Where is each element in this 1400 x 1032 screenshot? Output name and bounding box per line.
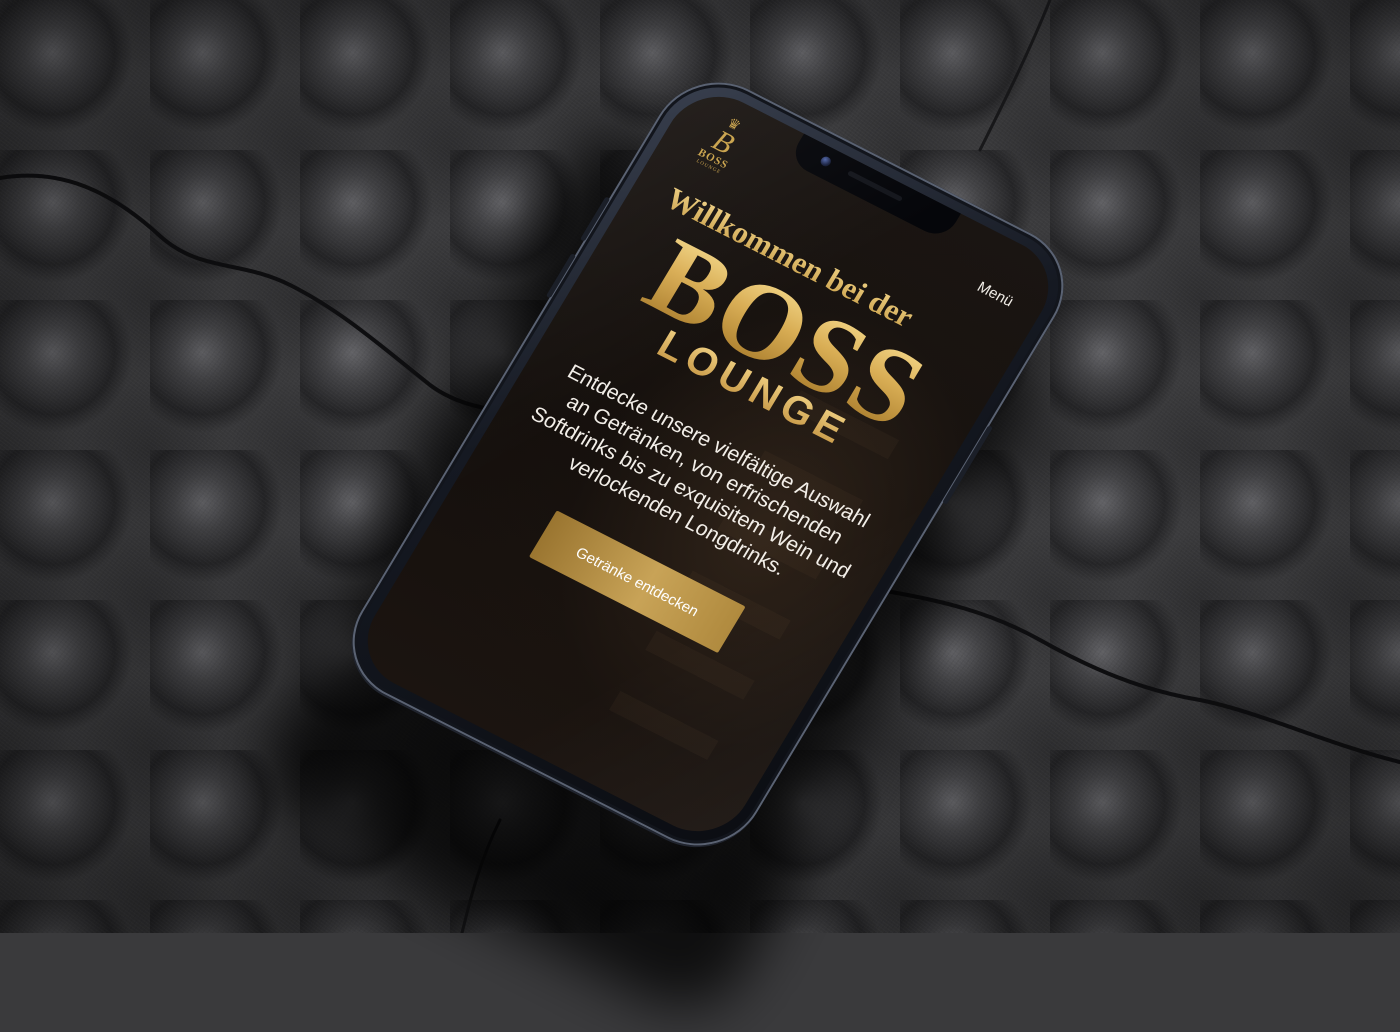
site-logo[interactable]: ♛ B BOSS LOUNGE [681, 107, 761, 185]
earpiece-speaker [847, 170, 904, 202]
front-camera [818, 154, 833, 169]
menu-button[interactable]: Menü [974, 279, 1016, 311]
